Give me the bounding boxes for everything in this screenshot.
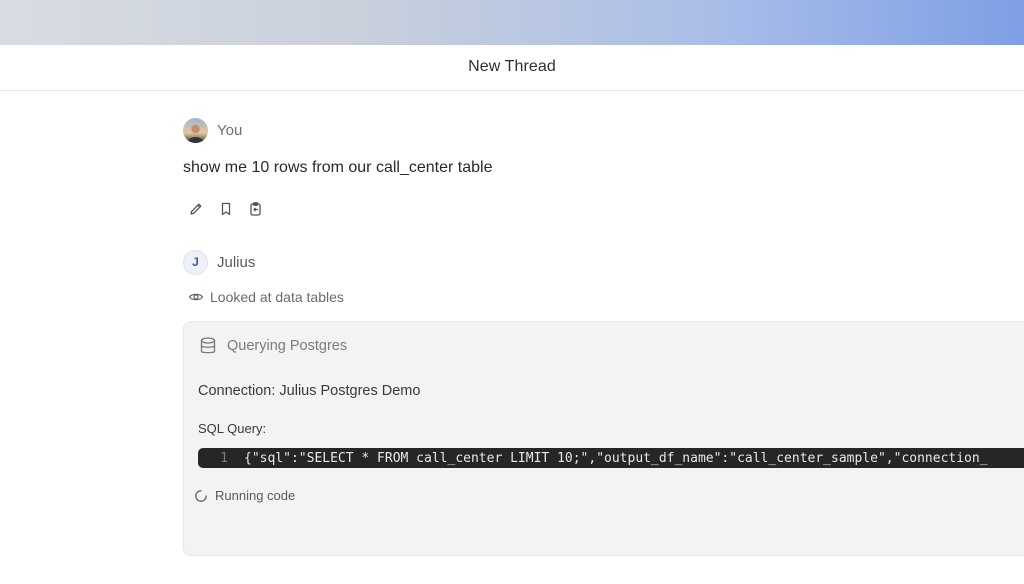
user-avatar [183,117,208,143]
assistant-author-name: Julius [217,253,256,271]
running-text: Running code [215,488,296,503]
user-message: You [183,117,883,143]
tool-call-header[interactable]: Querying Postgres [198,336,347,356]
status-step-looked[interactable]: Looked at data tables [188,289,344,305]
pencil-icon[interactable] [187,200,205,218]
app-page: New Thread You show me 10 rows from our … [0,0,1024,584]
code-line-text: {"sql":"SELECT * FROM call_center LIMIT … [244,450,988,466]
thread-header: New Thread [0,45,1024,91]
spinner-icon [194,489,208,503]
code-line-number: 1 [220,450,228,466]
user-author-row: You [183,117,883,143]
tool-call-title: Querying Postgres [227,338,348,354]
top-banner [0,0,1024,45]
assistant-avatar: J [183,249,208,275]
running-status: Running code [194,488,295,503]
user-author-name: You [217,121,243,139]
copy-icon[interactable] [247,200,265,218]
connection-label: Connection: Julius Postgres Demo [198,383,421,399]
sql-query-label: SQL Query: [198,421,267,436]
sql-code-block[interactable]: 1 {"sql":"SELECT * FROM call_center LIMI… [198,448,1024,468]
user-message-actions [187,200,265,218]
assistant-message: J Julius [183,249,255,275]
bookmark-icon[interactable] [217,200,235,218]
database-icon [198,336,218,356]
user-message-text: show me 10 rows from our call_center tab… [183,159,493,176]
thread-title: New Thread [468,58,556,75]
tool-call-card: Querying Postgres Connection: Julius Pos… [183,321,1024,556]
eye-icon [188,289,204,305]
status-step-text: Looked at data tables [210,289,344,305]
assistant-author-row: J Julius [183,249,255,275]
